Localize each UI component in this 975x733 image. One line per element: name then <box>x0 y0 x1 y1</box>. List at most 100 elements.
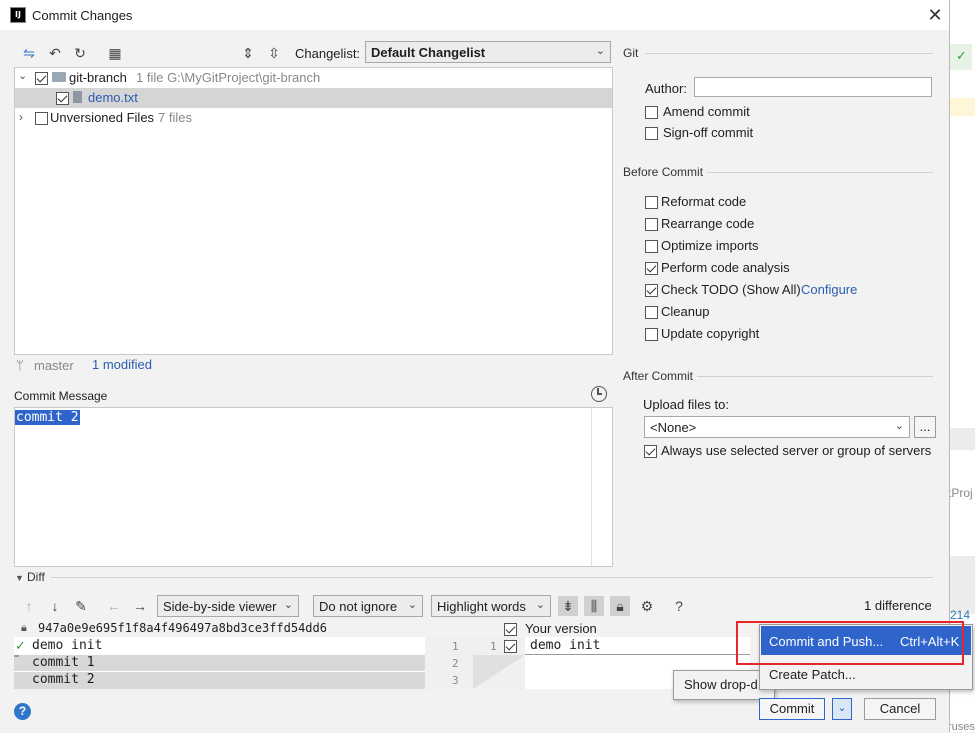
intellij-logo: IJ <box>10 7 26 23</box>
divider <box>645 53 933 54</box>
amend-commit-option[interactable]: Amend commit <box>645 104 945 122</box>
before-commit-option[interactable]: Cleanup <box>645 304 935 322</box>
signoff-checkbox[interactable] <box>645 127 658 140</box>
before-commit-option[interactable]: Check TODO (Show All) Configure <box>645 282 935 300</box>
before-commit-option[interactable]: Update copyright <box>645 326 935 344</box>
highlight-annotation-box <box>736 621 964 665</box>
file-checkbox[interactable] <box>56 92 69 105</box>
close-icon[interactable]: ✕ <box>924 4 946 26</box>
commit-options-chevron-icon[interactable]: ⌄ <box>832 698 852 720</box>
include-changes-checkbox[interactable] <box>504 623 517 636</box>
option-checkbox[interactable] <box>645 218 658 231</box>
diff-right-line: demo init <box>530 638 601 653</box>
option-checkbox[interactable] <box>645 262 658 275</box>
line-checkbox[interactable] <box>504 640 517 653</box>
next-diff-icon[interactable]: ↓ <box>45 596 65 616</box>
chevron-right-icon[interactable]: › <box>19 110 23 124</box>
refresh-icon[interactable]: ↻ <box>70 43 90 63</box>
modified-count[interactable]: 1 modified <box>92 357 152 372</box>
tree-row-unversioned[interactable]: › Unversioned Files 7 files <box>15 108 612 128</box>
sync-scroll-icon[interactable]: ⫼ <box>584 596 604 616</box>
option-checkbox[interactable] <box>645 328 658 341</box>
cancel-button[interactable]: Cancel <box>864 698 936 720</box>
before-commit-option[interactable]: Rearrange code <box>645 216 935 234</box>
option-checkbox[interactable] <box>645 196 658 209</box>
git-section-title: Git <box>623 46 639 60</box>
option-checkbox[interactable] <box>645 240 658 253</box>
diff-marker <box>14 655 19 657</box>
diff-left-line: demo init <box>32 638 103 653</box>
chevron-down-icon: ⌄ <box>894 420 904 432</box>
changelist-dropdown[interactable]: Default Changelist ⌄ <box>365 41 611 63</box>
signoff-label: Sign-off commit <box>663 125 754 140</box>
chevron-down-icon[interactable]: ⌄ <box>18 69 27 82</box>
bg-text-project: tProj <box>948 486 973 500</box>
browse-servers-button[interactable]: ... <box>914 416 936 438</box>
before-commit-option[interactable]: Optimize imports <box>645 238 935 256</box>
line-number: 1 <box>452 640 459 653</box>
viewer-mode-dropdown[interactable]: Side-by-side viewer ⌄ <box>157 595 299 617</box>
always-use-option[interactable]: Always use selected server or group of s… <box>643 443 943 461</box>
option-checkbox[interactable] <box>645 284 658 297</box>
amend-checkbox[interactable] <box>645 106 658 119</box>
option-label: Check TODO (Show All) <box>661 282 801 297</box>
highlight-dropdown[interactable]: Highlight words ⌄ <box>431 595 551 617</box>
configure-link[interactable]: Configure <box>801 282 857 297</box>
previous-file-icon[interactable]: ← <box>104 596 124 616</box>
previous-diff-icon[interactable]: ↑ <box>19 596 39 616</box>
upload-label: Upload files to: <box>643 397 729 412</box>
collapse-unchanged-icon[interactable]: ⇟ <box>558 596 578 616</box>
upload-server-dropdown[interactable]: <None> ⌄ <box>644 416 910 438</box>
author-input[interactable] <box>694 77 932 97</box>
collapse-all-icon[interactable]: ⇳ <box>264 43 284 63</box>
gear-icon[interactable]: ⚙ <box>637 596 657 616</box>
option-checkbox[interactable] <box>645 306 658 319</box>
tree-row-file[interactable]: demo.txt <box>15 88 612 108</box>
commit-message-text[interactable]: commit 2 <box>15 410 80 425</box>
divider <box>707 172 933 173</box>
diff-title: Diff <box>27 570 45 584</box>
always-use-label: Always use selected server or group of s… <box>661 443 932 458</box>
bg-panel <box>948 556 975 614</box>
diff-left-pane[interactable]: ✓ demo init commit 1 commit 2 <box>14 637 425 689</box>
diff-gutter: 1 2 3 1 <box>425 637 525 689</box>
divider <box>51 577 933 578</box>
highlight-strip <box>948 98 975 116</box>
next-file-icon[interactable]: → <box>130 596 150 616</box>
lock-icon[interactable]: 🔒︎ <box>610 596 630 616</box>
highlight-value: Highlight words <box>437 599 526 614</box>
commit-message-editor[interactable]: commit 2 <box>14 407 613 567</box>
diff-left-line: commit 2 <box>32 672 95 687</box>
ignore-whitespace-dropdown[interactable]: Do not ignore ⌄ <box>313 595 423 617</box>
viewer-mode-value: Side-by-side viewer <box>163 599 277 614</box>
before-commit-option[interactable]: Perform code analysis <box>645 260 935 278</box>
rollback-icon[interactable]: ↶ <box>45 43 65 63</box>
history-icon[interactable] <box>591 386 607 402</box>
commit-button[interactable]: Commit <box>759 698 825 720</box>
commit-message-label: Commit Message <box>14 389 108 403</box>
always-use-checkbox[interactable] <box>644 445 657 458</box>
unversioned-checkbox[interactable] <box>35 112 48 125</box>
left-revision-hash: 947a0e9e695f1f8a4f496497a8bd3ce3ffd54dd6 <box>38 621 327 635</box>
before-commit-option[interactable]: Reformat code <box>645 194 935 212</box>
right-version-title: Your version <box>525 621 597 636</box>
changes-tree: ⌄ git-branch 1 file G:\MyGitProject\git-… <box>14 67 613 355</box>
tree-row-root[interactable]: ⌄ git-branch 1 file G:\MyGitProject\git-… <box>15 68 612 88</box>
help-button[interactable]: ? <box>14 703 31 720</box>
signoff-commit-option[interactable]: Sign-off commit <box>645 125 945 143</box>
expand-all-icon[interactable]: ⇕ <box>238 43 258 63</box>
tooltip-text: Show drop-d <box>684 677 758 692</box>
edit-source-icon[interactable]: ✎ <box>71 596 91 616</box>
line-number: 3 <box>452 674 459 687</box>
option-label: Optimize imports <box>661 238 759 253</box>
line-number: 1 <box>490 640 497 653</box>
root-meta: 1 file G:\MyGitProject\git-branch <box>136 70 321 85</box>
collapse-diff-icon[interactable]: ▼ <box>15 573 24 583</box>
branch-name[interactable]: master <box>34 358 74 373</box>
show-diff-icon[interactable]: ⇋ <box>19 43 39 63</box>
root-checkbox[interactable] <box>35 72 48 85</box>
help-icon[interactable]: ? <box>669 596 689 616</box>
group-by-icon[interactable]: ▦ <box>105 43 125 63</box>
right-margin-line <box>591 408 592 566</box>
create-patch-label: Create Patch... <box>769 667 856 682</box>
